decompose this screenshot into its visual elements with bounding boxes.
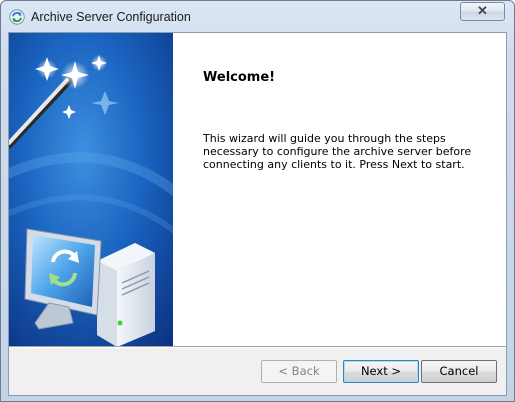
cancel-button[interactable]: Cancel bbox=[421, 360, 497, 383]
back-button[interactable]: < Back bbox=[261, 360, 337, 383]
button-separator bbox=[9, 346, 506, 348]
next-button[interactable]: Next > bbox=[343, 360, 419, 383]
wizard-content-panel: Welcome! This wizard will guide you thro… bbox=[173, 33, 506, 346]
wizard-window: Archive Server Configuration ✕ Welcome! … bbox=[0, 0, 515, 402]
close-button[interactable]: ✕ bbox=[460, 2, 505, 21]
title-bar[interactable]: Archive Server Configuration ✕ bbox=[1, 1, 514, 32]
close-icon: ✕ bbox=[477, 3, 488, 18]
app-refresh-icon bbox=[9, 9, 25, 25]
wizard-body: Welcome! This wizard will guide you thro… bbox=[8, 32, 507, 396]
window-title: Archive Server Configuration bbox=[31, 10, 191, 24]
wizard-banner-image bbox=[9, 33, 173, 346]
welcome-heading: Welcome! bbox=[203, 70, 276, 85]
wizard-description: This wizard will guide you through the s… bbox=[203, 132, 472, 171]
